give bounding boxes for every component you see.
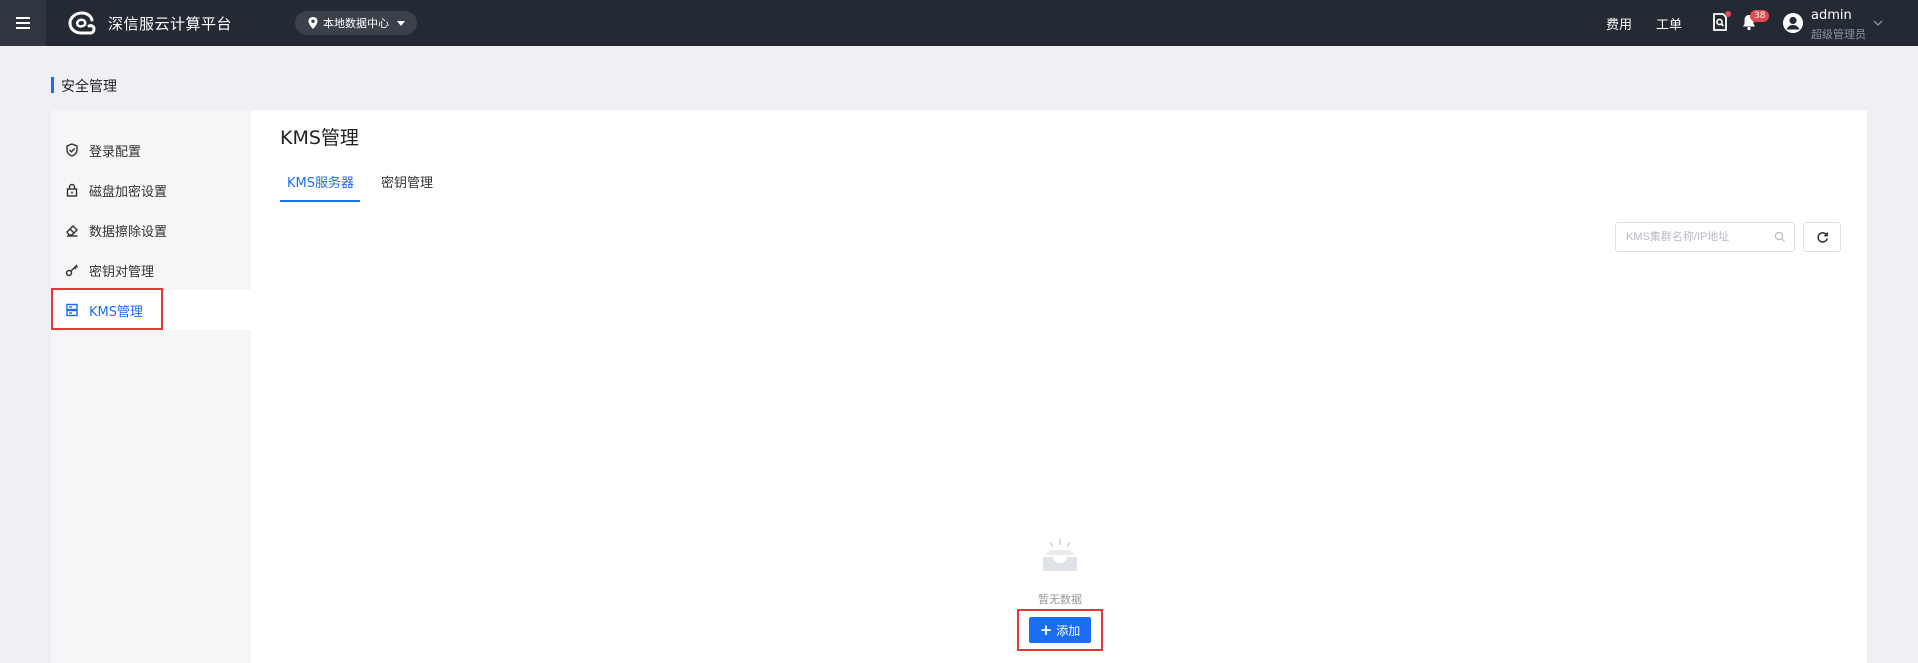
- user-avatar-icon[interactable]: [1782, 12, 1804, 34]
- highlight-box-add: [1017, 609, 1103, 651]
- search-input[interactable]: [1616, 223, 1766, 251]
- notification-dot: [1725, 11, 1731, 17]
- logo-icon: [68, 11, 96, 35]
- shield-check-icon: [66, 143, 78, 157]
- user-name[interactable]: admin: [1811, 8, 1852, 23]
- region-selector[interactable]: 本地数据中心: [295, 11, 417, 35]
- active-tab-indicator: [280, 200, 360, 202]
- top-navigation-bar: 深信服云计算平台 本地数据中心 费用 工单 38 admin 超级管理员: [0, 0, 1918, 46]
- main-title: KMS管理: [280, 127, 359, 149]
- empty-inbox-icon: [1043, 539, 1077, 571]
- sidebar-item-disk-encryption[interactable]: 磁盘加密设置: [51, 170, 251, 210]
- region-label: 本地数据中心: [323, 17, 389, 30]
- brand-name: 深信服云计算平台: [108, 15, 233, 33]
- billing-link[interactable]: 费用: [1606, 14, 1632, 33]
- ticket-link[interactable]: 工单: [1656, 14, 1682, 33]
- key-icon: [65, 264, 78, 277]
- search-icon[interactable]: [1774, 231, 1786, 243]
- sidebar-item-label: 登录配置: [89, 144, 142, 160]
- user-role: 超级管理员: [1811, 28, 1866, 41]
- notification-count-badge: 38: [1750, 10, 1770, 22]
- lock-icon: [66, 183, 78, 197]
- search-box[interactable]: [1615, 222, 1795, 252]
- empty-state-text: 暂无数据: [1038, 593, 1082, 606]
- chevron-down-icon[interactable]: [1873, 19, 1883, 27]
- tab-key-management[interactable]: 密钥管理: [381, 172, 433, 191]
- sidebar-item-login-config[interactable]: 登录配置: [51, 130, 251, 170]
- content-card: 登录配置 磁盘加密设置 数据擦除设置 密钥对管理 KMS管理 KMS管理 KMS…: [51, 110, 1867, 663]
- menu-icon[interactable]: [0, 0, 46, 46]
- highlight-box-kms: [51, 288, 163, 330]
- sidebar-item-label: 密钥对管理: [89, 264, 155, 280]
- eraser-icon: [66, 225, 78, 237]
- sidebar-item-data-erase[interactable]: 数据擦除设置: [51, 210, 251, 250]
- page-title-accent: [51, 77, 54, 93]
- sidebar-item-key-pair[interactable]: 密钥对管理: [51, 250, 251, 290]
- secondary-sidebar: 登录配置 磁盘加密设置 数据擦除设置 密钥对管理 KMS管理: [51, 110, 251, 663]
- location-pin-icon: [308, 17, 318, 29]
- sidebar-item-label: 磁盘加密设置: [89, 184, 168, 200]
- chevron-down-icon: [397, 21, 405, 26]
- refresh-icon: [1816, 231, 1828, 243]
- page-title: 安全管理: [61, 79, 117, 95]
- refresh-button[interactable]: [1803, 222, 1841, 252]
- sidebar-item-label: 数据擦除设置: [89, 224, 168, 240]
- tab-kms-server[interactable]: KMS服务器: [287, 172, 354, 191]
